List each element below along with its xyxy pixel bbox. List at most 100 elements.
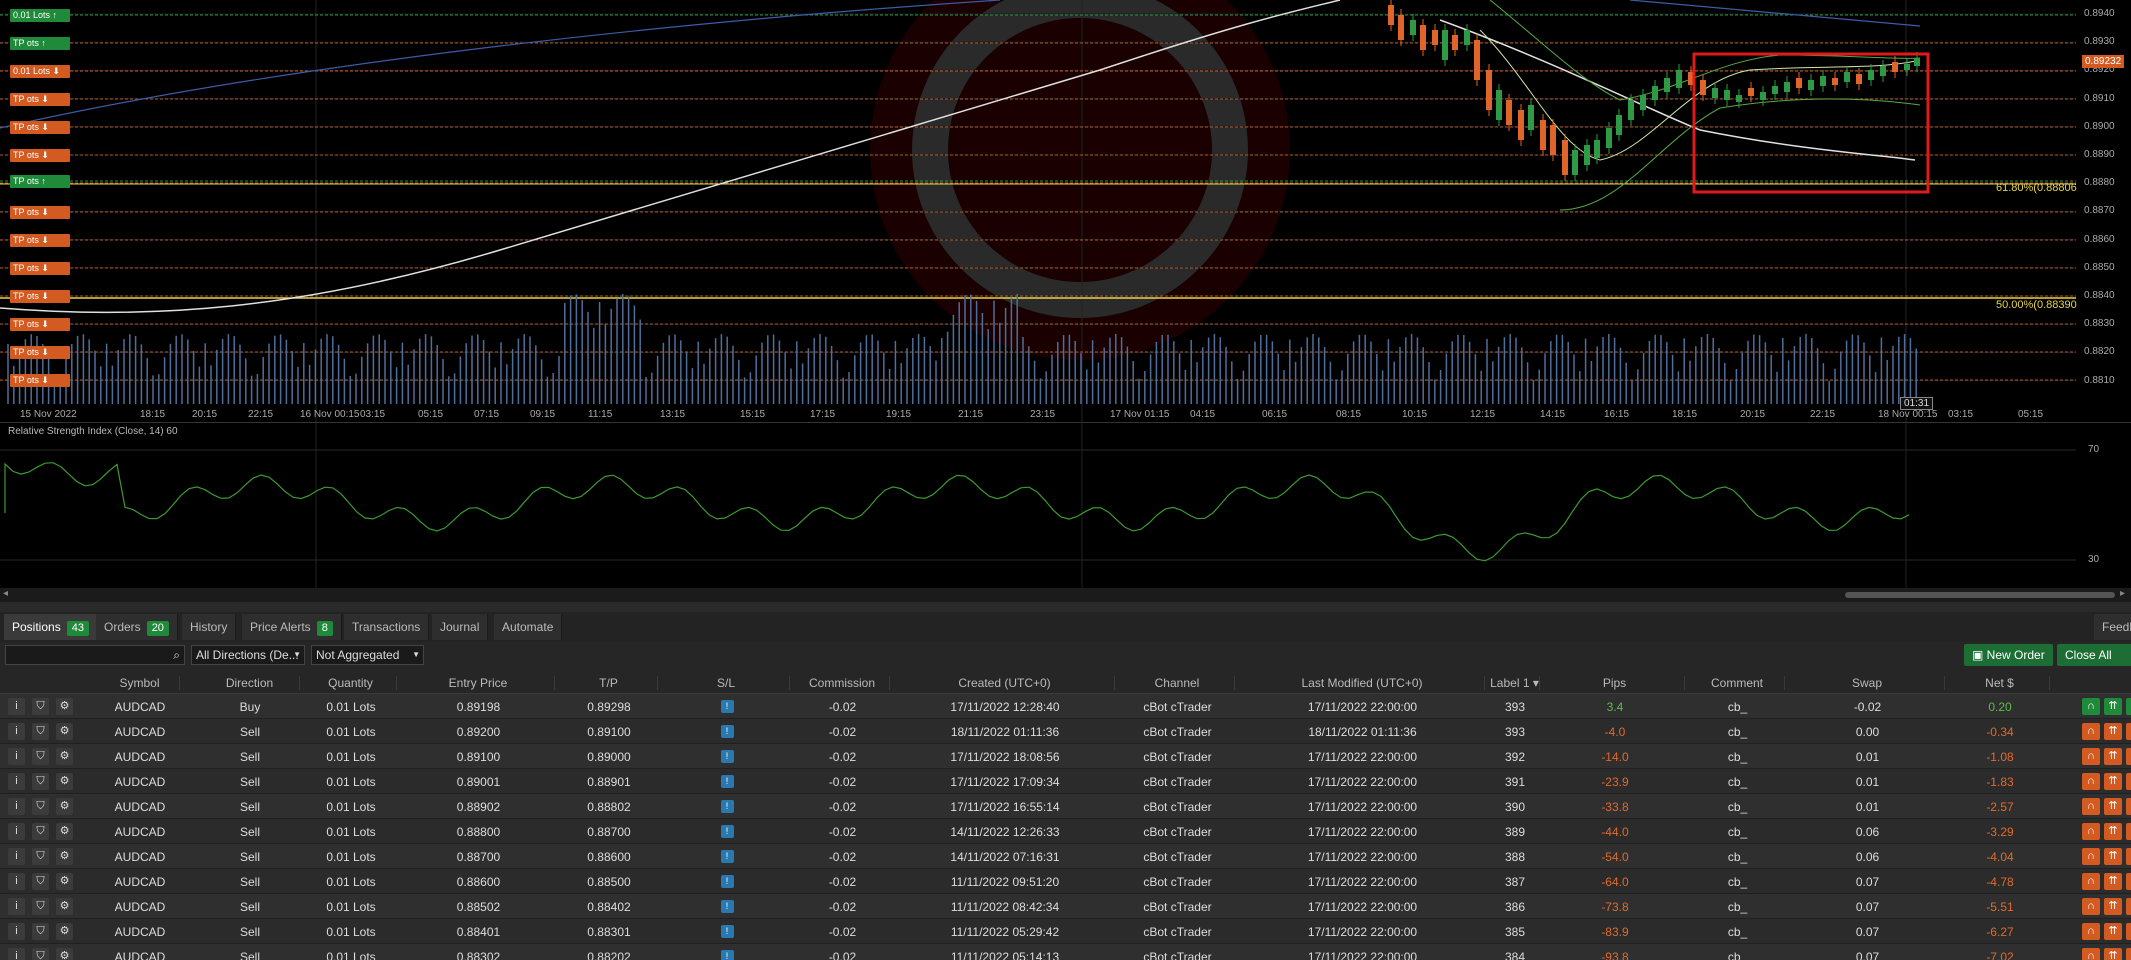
sl-edit-icon[interactable]: ! [720, 775, 734, 788]
double-icon[interactable]: ⇈ [2104, 948, 2122, 960]
tab-transactions[interactable]: Transactions [344, 614, 430, 640]
close-position-icon[interactable] [2126, 798, 2131, 815]
column-header[interactable]: Comment [1690, 676, 1785, 690]
info-icon[interactable]: i [8, 948, 25, 960]
double-icon[interactable]: ⇈ [2104, 798, 2122, 815]
feedback-button[interactable]: Feedb [2094, 614, 2131, 640]
order-line-label[interactable]: TP ots ⬇ [10, 318, 70, 331]
shield-icon[interactable]: ⛉ [32, 748, 49, 765]
sort-badge[interactable]: 1 ▾ [1520, 676, 1539, 690]
reverse-icon[interactable]: ∩ [2082, 798, 2100, 815]
reverse-icon[interactable]: ∩ [2082, 823, 2100, 840]
gear-icon[interactable]: ⚙ [56, 748, 73, 765]
double-icon[interactable]: ⇈ [2104, 823, 2122, 840]
shield-icon[interactable]: ⛉ [32, 798, 49, 815]
column-header[interactable]: Quantity [305, 676, 397, 690]
scrollbar-thumb[interactable] [1845, 592, 2115, 598]
tab-history[interactable]: History [182, 614, 237, 640]
gear-icon[interactable]: ⚙ [56, 848, 73, 865]
tab-price-alerts[interactable]: Price Alerts 8 [242, 614, 342, 640]
shield-icon[interactable]: ⛉ [32, 923, 49, 940]
column-header[interactable]: Direction [200, 676, 300, 690]
gear-icon[interactable]: ⚙ [56, 898, 73, 915]
rsi-panel[interactable]: Relative Strength Index (Close, 14) 60 7… [0, 422, 2131, 588]
sl-edit-icon[interactable]: ! [720, 700, 734, 713]
table-row[interactable]: i ⛉ ⚙ AUDCAD Sell 0.01 Lots 0.89100 0.89000! -0.… [0, 744, 2131, 769]
close-position-icon[interactable] [2126, 948, 2131, 960]
gear-icon[interactable]: ⚙ [56, 773, 73, 790]
sl-edit-icon[interactable]: ! [720, 725, 734, 738]
close-position-icon[interactable] [2126, 898, 2131, 915]
shield-icon[interactable]: ⛉ [32, 773, 49, 790]
info-icon[interactable]: i [8, 873, 25, 890]
shield-icon[interactable]: ⛉ [32, 848, 49, 865]
column-header[interactable]: Channel [1120, 676, 1235, 690]
close-position-icon[interactable] [2126, 848, 2131, 865]
double-icon[interactable]: ⇈ [2104, 773, 2122, 790]
column-header[interactable]: Last Modified (UTC+0) [1240, 676, 1485, 690]
close-position-icon[interactable] [2126, 698, 2131, 715]
shield-icon[interactable]: ⛉ [32, 823, 49, 840]
close-all-button[interactable]: Close All Posi [2057, 644, 2131, 666]
gear-icon[interactable]: ⚙ [56, 798, 73, 815]
sl-edit-icon[interactable]: ! [720, 750, 734, 763]
column-header[interactable]: Net $ [1950, 676, 2050, 690]
order-line-label[interactable]: TP ots ⬇ [10, 206, 70, 219]
column-header[interactable]: Label 1 ▾ [1490, 676, 1540, 690]
order-line-label[interactable]: TP ots ⬇ [10, 149, 70, 162]
order-line-label[interactable]: 0.01 Lots ↑ [10, 9, 70, 22]
aggregation-filter[interactable]: Not Aggregated ▼ [311, 645, 424, 665]
shield-icon[interactable]: ⛉ [32, 898, 49, 915]
reverse-icon[interactable]: ∩ [2082, 723, 2100, 740]
table-row[interactable]: i ⛉ ⚙ AUDCAD Sell 0.01 Lots 0.88902 0.88802! -0.… [0, 794, 2131, 819]
direction-filter[interactable]: All Directions (De... ▼ [191, 645, 305, 665]
info-icon[interactable]: i [8, 898, 25, 915]
reverse-icon[interactable]: ∩ [2082, 923, 2100, 940]
new-order-button[interactable]: ▣ New Order [1964, 644, 2053, 666]
info-icon[interactable]: i [8, 923, 25, 940]
chart-scrollbar[interactable]: ◂ ▸ [0, 588, 2131, 602]
double-icon[interactable]: ⇈ [2104, 723, 2122, 740]
tab-journal[interactable]: Journal [432, 614, 489, 640]
column-header[interactable]: Symbol [100, 676, 180, 690]
reverse-icon[interactable]: ∩ [2082, 898, 2100, 915]
table-row[interactable]: i ⛉ ⚙ AUDCAD Sell 0.01 Lots 0.88401 0.88301! -0.… [0, 919, 2131, 944]
gear-icon[interactable]: ⚙ [56, 948, 73, 960]
sl-edit-icon[interactable]: ! [720, 850, 734, 863]
table-row[interactable]: i ⛉ ⚙ AUDCAD Buy 0.01 Lots 0.89198 0.89298! -0.0… [0, 694, 2131, 719]
table-row[interactable]: i ⛉ ⚙ AUDCAD Sell 0.01 Lots 0.88502 0.88402! -0.… [0, 894, 2131, 919]
shield-icon[interactable]: ⛉ [32, 723, 49, 740]
info-icon[interactable]: i [8, 748, 25, 765]
table-row[interactable]: i ⛉ ⚙ AUDCAD Sell 0.01 Lots 0.89001 0.88901! -0.… [0, 769, 2131, 794]
table-row[interactable]: i ⛉ ⚙ AUDCAD Sell 0.01 Lots 0.88600 0.88500! -0.… [0, 869, 2131, 894]
search-input[interactable]: ⌕ [5, 645, 185, 665]
close-position-icon[interactable] [2126, 773, 2131, 790]
info-icon[interactable]: i [8, 773, 25, 790]
column-header[interactable]: Commission [795, 676, 890, 690]
tab-automate[interactable]: Automate [494, 614, 563, 640]
gear-icon[interactable]: ⚙ [56, 823, 73, 840]
info-icon[interactable]: i [8, 798, 25, 815]
table-row[interactable]: i ⛉ ⚙ AUDCAD Sell 0.01 Lots 0.88800 0.88700! -0.… [0, 819, 2131, 844]
double-icon[interactable]: ⇈ [2104, 898, 2122, 915]
column-header[interactable]: T/P [560, 676, 658, 690]
table-row[interactable]: i ⛉ ⚙ AUDCAD Sell 0.01 Lots 0.88302 0.88202! -0.… [0, 944, 2131, 960]
sl-edit-icon[interactable]: ! [720, 925, 734, 938]
reverse-icon[interactable]: ∩ [2082, 848, 2100, 865]
sl-edit-icon[interactable]: ! [720, 900, 734, 913]
double-icon[interactable]: ⇈ [2104, 923, 2122, 940]
order-line-label[interactable]: TP ots ⬇ [10, 346, 70, 359]
info-icon[interactable]: i [8, 823, 25, 840]
column-header[interactable]: Swap [1790, 676, 1945, 690]
column-header[interactable]: Pips [1545, 676, 1685, 690]
column-header[interactable]: S/L [663, 676, 790, 690]
double-icon[interactable]: ⇈ [2104, 698, 2122, 715]
shield-icon[interactable]: ⛉ [32, 698, 49, 715]
sl-edit-icon[interactable]: ! [720, 800, 734, 813]
reverse-icon[interactable]: ∩ [2082, 748, 2100, 765]
gear-icon[interactable]: ⚙ [56, 923, 73, 940]
order-line-label[interactable]: TP ots ⬇ [10, 121, 70, 134]
double-icon[interactable]: ⇈ [2104, 748, 2122, 765]
sl-edit-icon[interactable]: ! [720, 825, 734, 838]
scroll-right-icon[interactable]: ▸ [2120, 588, 2125, 599]
